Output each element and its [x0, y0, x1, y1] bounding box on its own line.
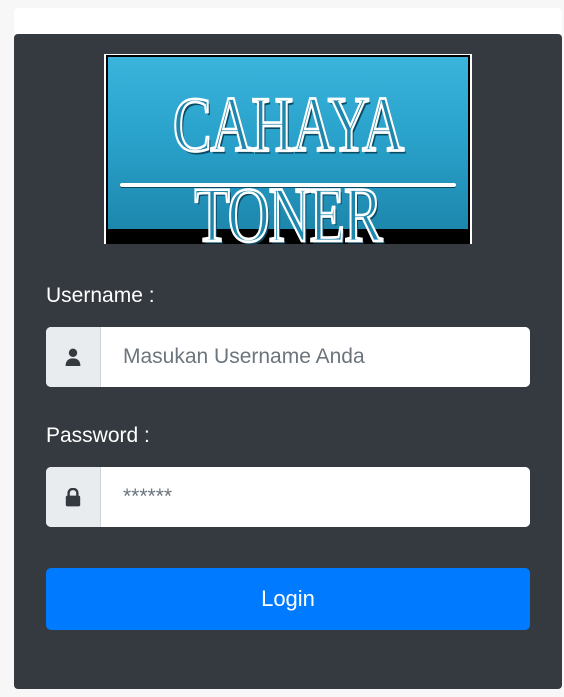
top-strip [14, 8, 562, 34]
username-input-group [46, 327, 530, 387]
username-label: Username : [46, 284, 155, 307]
login-button[interactable]: Login [46, 568, 530, 630]
user-icon [46, 327, 101, 387]
login-card: CAHAYA TONER Username : Password : [14, 34, 562, 689]
company-logo: CAHAYA TONER [104, 54, 472, 260]
logo-text: CAHAYA TONER [172, 79, 405, 260]
password-input-group [46, 467, 530, 527]
password-input[interactable] [101, 467, 530, 527]
username-input[interactable] [101, 327, 530, 387]
password-label: Password : [46, 424, 150, 447]
login-page: CAHAYA TONER Username : Password : [0, 0, 564, 697]
lock-icon [46, 467, 101, 527]
logo-banner: CAHAYA TONER [108, 57, 468, 260]
logo-underline [120, 183, 456, 187]
